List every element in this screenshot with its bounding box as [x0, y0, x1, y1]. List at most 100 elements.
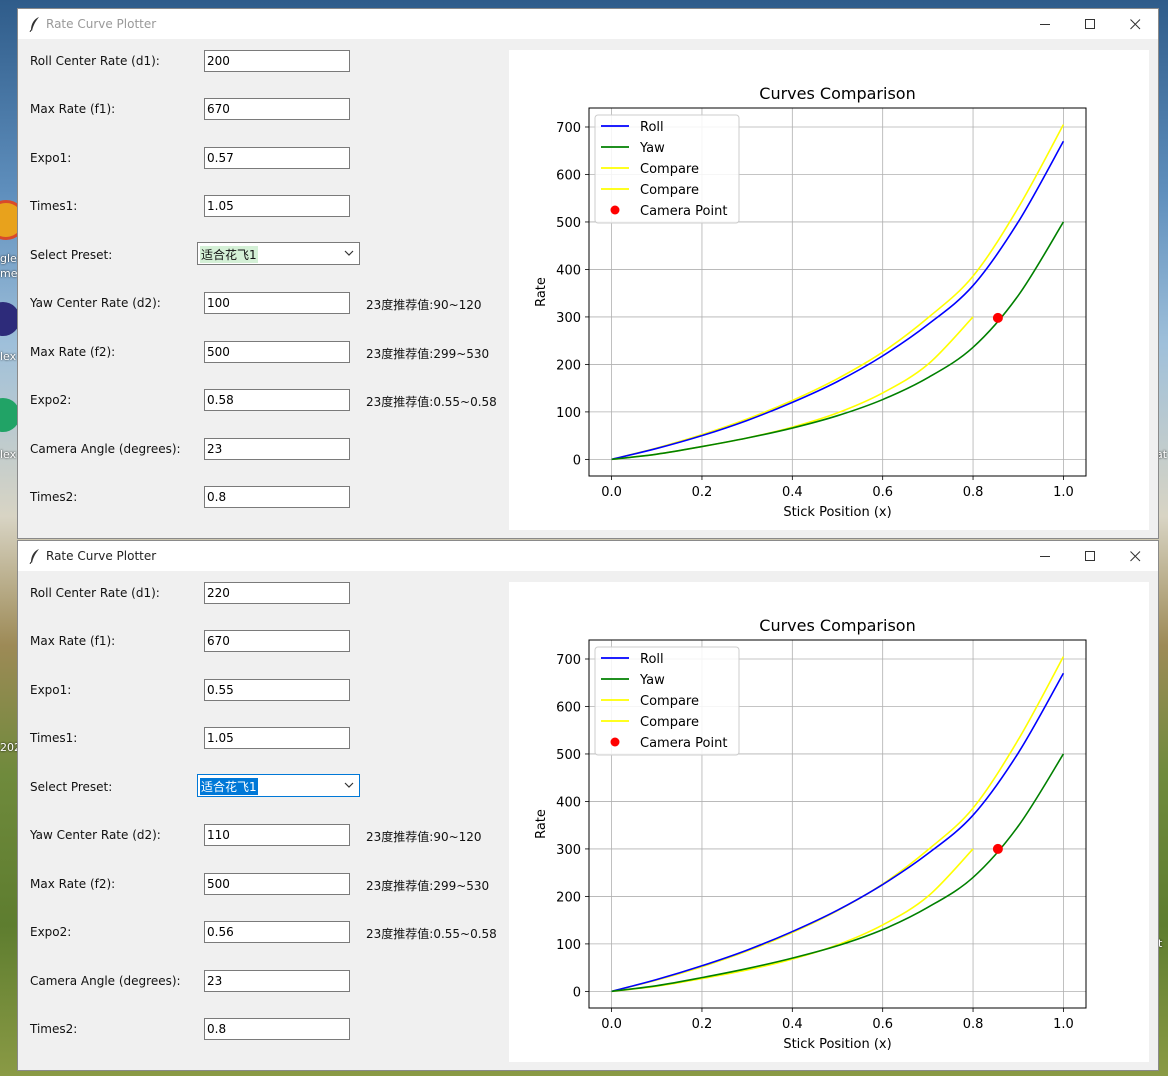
- plot-canvas: Curves Comparison 0.0 0.2 0.4 0.6 0.8 1.0 0 100 2…: [509, 50, 1149, 530]
- expo1-field[interactable]: [204, 679, 350, 701]
- yaw-center-rate-field-label: Yaw Center Rate (d2):: [30, 828, 161, 842]
- roll-center-rate-field[interactable]: [204, 582, 350, 604]
- camera-point-marker: [992, 312, 1003, 323]
- minimize-button[interactable]: [1023, 541, 1068, 571]
- y-tick-label: 200: [556, 358, 581, 373]
- preset-select[interactable]: 适合花飞1: [197, 242, 360, 265]
- yaw-center-rate-field[interactable]: [204, 292, 350, 314]
- y-tick-label: 600: [556, 168, 581, 183]
- yaw-center-rate-field-label: Yaw Center Rate (d2):: [30, 296, 161, 310]
- maximize-button[interactable]: [1068, 9, 1113, 39]
- chevron-down-icon: [344, 782, 354, 788]
- minimize-button[interactable]: [1023, 9, 1068, 39]
- y-tick-label: 200: [556, 890, 581, 905]
- expo1-field-label: Expo1:: [30, 151, 72, 165]
- close-button[interactable]: [1113, 9, 1158, 39]
- yaw-center-rate-field-hint: 23度推荐值:90~120: [366, 830, 482, 844]
- legend-label: Compare: [640, 715, 699, 730]
- times2-field[interactable]: [204, 486, 350, 508]
- x-tick-label: 0.0: [601, 485, 622, 500]
- rate-curve-plotter-window: Rate Curve Plotter Roll Center Rate (d1)…: [17, 540, 1159, 1071]
- title-bar[interactable]: Rate Curve Plotter: [18, 9, 1158, 39]
- camera-point-marker: [992, 843, 1003, 854]
- y-tick-label: 100: [556, 406, 581, 421]
- expo2-field-label: Expo2:: [30, 925, 72, 939]
- legend-label: Yaw: [639, 141, 665, 156]
- desktop-app-label: lex: [0, 350, 17, 363]
- legend-label: Compare: [640, 694, 699, 709]
- y-tick-label: 500: [556, 748, 581, 763]
- expo2-field-label: Expo2:: [30, 393, 72, 407]
- max-rate-f1-field-label: Max Rate (f1):: [30, 634, 116, 648]
- desktop-app-label: me: [0, 267, 18, 280]
- preset-selected-value: 适合花飞1: [200, 778, 258, 795]
- max-rate-f2-field-label: Max Rate (f2):: [30, 877, 116, 891]
- expo2-field-hint: 23度推荐值:0.55~0.58: [366, 927, 497, 941]
- camera-angle-field[interactable]: [204, 438, 350, 460]
- y-axis-label: Rate: [534, 809, 549, 839]
- x-tick-label: 0.8: [963, 485, 984, 500]
- times1-field[interactable]: [204, 195, 350, 217]
- max-rate-f1-field[interactable]: [204, 98, 350, 120]
- y-tick-label: 700: [556, 653, 581, 668]
- window-title: Rate Curve Plotter: [46, 17, 157, 31]
- times2-field-label: Times2:: [30, 490, 78, 504]
- max-rate-f2-field[interactable]: [204, 341, 350, 363]
- legend-label: Camera Point: [640, 204, 727, 219]
- minimize-icon: [1040, 556, 1050, 557]
- times2-field[interactable]: [204, 1018, 350, 1040]
- max-rate-f1-field[interactable]: [204, 630, 350, 652]
- close-icon: [1130, 551, 1141, 562]
- camera-angle-field-label: Camera Angle (degrees):: [30, 442, 181, 456]
- title-bar[interactable]: Rate Curve Plotter: [18, 541, 1158, 571]
- legend-swatch: [610, 205, 620, 215]
- y-tick-label: 600: [556, 700, 581, 715]
- x-tick-label: 1.0: [1053, 485, 1074, 500]
- legend-label: Camera Point: [640, 736, 727, 751]
- camera-angle-field[interactable]: [204, 970, 350, 992]
- expo1-field[interactable]: [204, 147, 350, 169]
- feather-icon: [29, 549, 39, 564]
- close-icon: [1130, 19, 1141, 30]
- rate-curve-plotter-window: Rate Curve Plotter Roll Center Rate (d1)…: [17, 8, 1159, 539]
- times2-field-label: Times2:: [30, 1022, 78, 1036]
- preset-select-label: Select Preset:: [30, 248, 113, 262]
- minimize-icon: [1040, 24, 1050, 25]
- y-tick-label: 700: [556, 121, 581, 136]
- roll-center-rate-field[interactable]: [204, 50, 350, 72]
- series-line-yaw: [611, 753, 1065, 993]
- expo2-field-hint: 23度推荐值:0.55~0.58: [366, 395, 497, 409]
- x-tick-label: 0.4: [782, 485, 803, 500]
- yaw-center-rate-field-hint: 23度推荐值:90~120: [366, 298, 482, 312]
- max-rate-f2-field[interactable]: [204, 873, 350, 895]
- expo1-field-label: Expo1:: [30, 683, 72, 697]
- close-button[interactable]: [1113, 541, 1158, 571]
- x-axis-label: Stick Position (x): [783, 1037, 891, 1052]
- plot-canvas: Curves Comparison 0.0 0.2 0.4 0.6 0.8 1.0 0 100 2…: [509, 582, 1149, 1062]
- x-tick-label: 1.0: [1053, 1017, 1074, 1032]
- times1-field-label: Times1:: [30, 731, 78, 745]
- max-rate-f2-field-hint: 23度推荐值:299~530: [366, 879, 490, 893]
- maximize-button[interactable]: [1068, 541, 1113, 571]
- x-tick-label: 0.2: [692, 485, 713, 500]
- max-rate-f1-field-label: Max Rate (f1):: [30, 102, 116, 116]
- roll-center-rate-field-label: Roll Center Rate (d1):: [30, 586, 160, 600]
- times1-field[interactable]: [204, 727, 350, 749]
- max-rate-f2-field-label: Max Rate (f2):: [30, 345, 116, 359]
- y-tick-label: 300: [556, 311, 581, 326]
- expo2-field[interactable]: [204, 389, 350, 411]
- chart-title: Curves Comparison: [759, 84, 915, 103]
- preset-select[interactable]: 适合花飞1: [197, 774, 360, 797]
- y-tick-label: 400: [556, 795, 581, 810]
- max-rate-f2-field-hint: 23度推荐值:299~530: [366, 347, 490, 361]
- times1-field-label: Times1:: [30, 199, 78, 213]
- y-axis-label: Rate: [534, 277, 549, 307]
- camera-angle-field-label: Camera Angle (degrees):: [30, 974, 181, 988]
- maximize-icon: [1085, 19, 1095, 29]
- feather-icon: [29, 17, 39, 32]
- expo2-field[interactable]: [204, 921, 350, 943]
- legend-swatch: [610, 737, 620, 747]
- y-tick-label: 100: [556, 938, 581, 953]
- yaw-center-rate-field[interactable]: [204, 824, 350, 846]
- y-tick-label: 0: [573, 985, 581, 1000]
